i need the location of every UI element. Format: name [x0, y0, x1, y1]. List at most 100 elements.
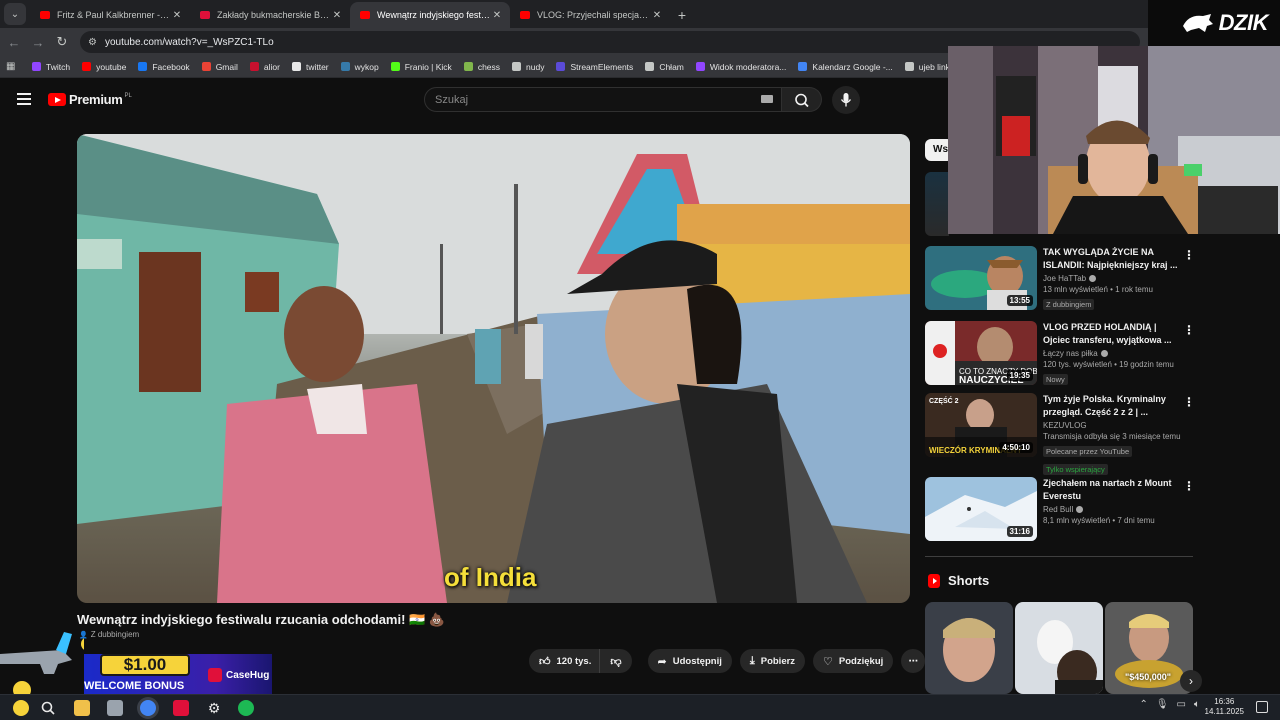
bookmark-item[interactable]: youtube: [82, 62, 126, 72]
tab-search-dropdown-icon[interactable]: ⌄: [4, 3, 26, 25]
recommendation-thumbnail[interactable]: 31:16: [925, 477, 1037, 541]
youtube-logo[interactable]: Premium PL: [48, 92, 132, 107]
settings-gear-icon[interactable]: ⚙: [206, 700, 222, 716]
app-icon[interactable]: [173, 700, 189, 716]
promo-amount: $1.00: [100, 654, 190, 676]
recommendation-item[interactable]: CZĘŚĆ 2 WIECZÓR KRYMINALNY 4:50:10 Tym ży…: [925, 393, 1195, 475]
like-button[interactable]: 👍︎ 120 tys.: [529, 649, 601, 673]
download-icon: ⤓: [749, 654, 755, 667]
bookmark-item[interactable]: ujeb link: [904, 61, 950, 72]
bookmark-item[interactable]: Franio | Kick: [390, 61, 452, 72]
start-icon[interactable]: [13, 700, 29, 716]
bookmark-label: Gmail: [215, 61, 238, 72]
browser-tab[interactable]: VLOG: Przyjechali specjalnie do ✕: [510, 2, 670, 28]
recommendation-item[interactable]: CO TO ZNACZY DOBRYNAUCZYCIEL 19:35 VLOG …: [925, 321, 1195, 385]
video-subtitle: of India: [444, 562, 537, 592]
network-icon[interactable]: ▭: [1177, 699, 1186, 710]
download-button[interactable]: ⤓ Pobierz: [739, 649, 806, 673]
more-actions-button[interactable]: ⋯: [901, 649, 926, 673]
tab-close-icon[interactable]: ✕: [170, 10, 184, 21]
svg-text:CZĘŚĆ 2: CZĘŚĆ 2: [929, 396, 959, 405]
share-button[interactable]: ➦ Udostępnij: [647, 649, 732, 673]
recommendation-thumbnail[interactable]: [925, 172, 949, 236]
verified-check-icon: [1076, 506, 1084, 514]
betclic-favicon-icon: [200, 11, 210, 19]
back-arrow-icon[interactable]: ←: [2, 35, 26, 50]
voice-search-button[interactable]: [832, 86, 860, 114]
recommendation-thumbnail[interactable]: CO TO ZNACZY DOBRYNAUCZYCIEL 19:35: [925, 321, 1037, 385]
bookmark-item[interactable]: Kalendarz Google -...: [798, 62, 893, 72]
search-button[interactable]: [782, 87, 822, 112]
bookmark-item[interactable]: twitter: [291, 62, 329, 72]
spotify-icon[interactable]: [238, 700, 254, 716]
more-vertical-icon[interactable]: ⋮: [1183, 395, 1195, 409]
recommendation-thumbnail[interactable]: 13:55: [925, 246, 1037, 310]
menu-hamburger-icon[interactable]: [17, 93, 31, 105]
recommendation-title[interactable]: Tym żyje Polska. Kryminalny przegląd. Cz…: [1043, 393, 1183, 418]
site-info-icon[interactable]: ⚙: [88, 37, 97, 48]
recommendation-meta: Zjechałem na nartach z Mount Everestu Re…: [1043, 477, 1183, 525]
short-item[interactable]: [925, 602, 1013, 694]
share-arrow-icon: ➦: [657, 655, 667, 668]
recommendation-title[interactable]: Zjechałem na nartach z Mount Everestu: [1043, 477, 1183, 502]
browser-tab[interactable]: Zakłady bukmacherskie Betclic ✕: [190, 2, 350, 28]
recommendation-title[interactable]: VLOG PRZED HOLANDIĄ | Ojciec transferu, …: [1043, 321, 1183, 346]
recommendation-stats: 120 tys. wyświetleń • 19 godzin temu: [1043, 360, 1174, 369]
bookmark-item[interactable]: Gmail: [201, 61, 238, 72]
bookmark-label: ujeb link: [918, 61, 950, 72]
dislike-button[interactable]: 👎︎: [600, 649, 632, 673]
bookmark-item[interactable]: nudy: [512, 62, 544, 72]
apps-grid-icon[interactable]: ▦: [6, 61, 22, 72]
new-tab-icon[interactable]: +: [670, 7, 694, 28]
bookmark-favicon-icon: [138, 62, 148, 71]
taskbar-clock[interactable]: 16:36 14.11.2025: [1205, 697, 1244, 717]
short-item[interactable]: [1015, 602, 1103, 694]
recommendation-title[interactable]: TAK WYGLĄDA ŻYCIE NA ISLANDII: Najpiękni…: [1043, 246, 1183, 271]
forward-arrow-icon[interactable]: →: [26, 35, 50, 50]
members-only-badge: Tylko wspierający: [1043, 464, 1108, 475]
tray-expand-icon[interactable]: ⌃: [1139, 699, 1147, 710]
search-icon[interactable]: [40, 700, 56, 716]
more-vertical-icon[interactable]: ⋮: [1183, 248, 1195, 262]
channel-name[interactable]: KEZUVLOG: [1043, 421, 1087, 430]
search-input[interactable]: Szukaj: [424, 87, 782, 112]
app-icon[interactable]: [107, 700, 123, 716]
channel-name[interactable]: Łączy nas piłka: [1043, 349, 1098, 358]
bookmark-item[interactable]: Widok moderatora...: [695, 62, 786, 72]
bookmark-item[interactable]: Chłam: [645, 62, 684, 72]
file-explorer-icon[interactable]: [74, 700, 90, 716]
bookmark-item[interactable]: alior: [249, 62, 280, 72]
bookmark-favicon-icon: [463, 62, 473, 71]
recommendation-item[interactable]: 31:16 Zjechałem na nartach z Mount Evere…: [925, 477, 1195, 541]
shorts-next-arrow-icon[interactable]: ›: [1180, 670, 1202, 692]
bookmark-item[interactable]: StreamElements: [556, 62, 633, 72]
tab-close-icon[interactable]: ✕: [330, 10, 344, 21]
video-player[interactable]: of India: [77, 134, 910, 603]
chrome-icon[interactable]: [140, 700, 156, 716]
casehug-promo[interactable]: $1.00 WELCOME BONUS CaseHug: [0, 632, 274, 698]
more-vertical-icon[interactable]: ⋮: [1183, 323, 1195, 337]
browser-tab[interactable]: Fritz & Paul Kalkbrenner - Sky a ✕: [30, 2, 190, 28]
tab-close-icon[interactable]: ✕: [490, 10, 504, 21]
tab-close-icon[interactable]: ✕: [650, 10, 664, 21]
channel-name[interactable]: Joe HaTTab: [1043, 274, 1086, 283]
search-icon: [795, 93, 809, 108]
reload-icon[interactable]: ↻: [50, 34, 74, 50]
logo-country: PL: [124, 92, 132, 99]
notification-icon[interactable]: [1256, 701, 1268, 713]
bookmark-item[interactable]: chess: [463, 62, 500, 72]
bookmark-item[interactable]: wykop: [340, 62, 379, 72]
volume-icon[interactable]: 🔈︎: [1194, 699, 1200, 710]
browser-tab-active[interactable]: Wewnątrz indyjskiego festiwalu ✕: [350, 2, 510, 28]
thanks-button[interactable]: ♡ Podziękuj: [813, 649, 894, 673]
bookmark-label: Franio | Kick: [404, 61, 452, 72]
keyboard-icon[interactable]: [761, 95, 773, 103]
more-vertical-icon[interactable]: ⋮: [1183, 479, 1195, 493]
recommendation-item[interactable]: 13:55 TAK WYGLĄDA ŻYCIE NA ISLANDII: Naj…: [925, 246, 1195, 310]
recommendation-thumbnail[interactable]: CZĘŚĆ 2 WIECZÓR KRYMINALNY 4:50:10: [925, 393, 1037, 457]
channel-name[interactable]: Red Bull: [1043, 505, 1073, 514]
dubbing-badge: Z dubbingiem: [1043, 299, 1095, 310]
bookmark-item[interactable]: Facebook: [138, 62, 190, 72]
microphone-tray-icon[interactable]: 🎙︎: [1156, 699, 1169, 710]
bookmark-item[interactable]: Twitch: [32, 62, 70, 72]
